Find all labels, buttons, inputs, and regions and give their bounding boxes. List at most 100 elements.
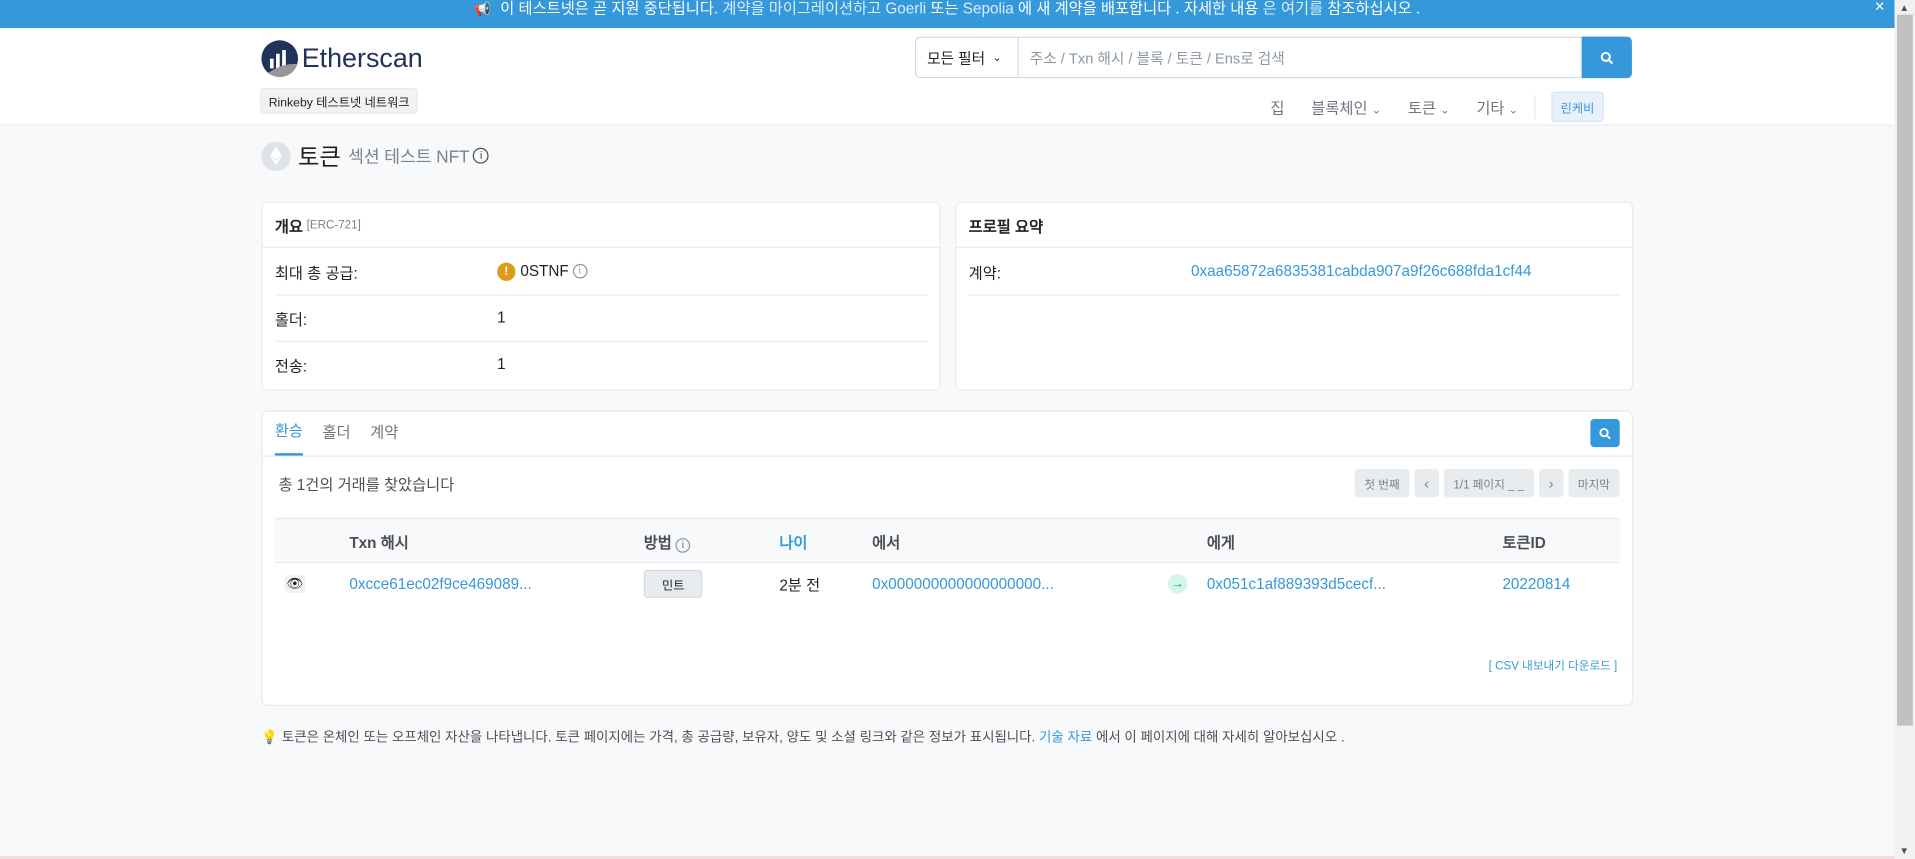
col-from: 에서 xyxy=(872,533,901,551)
col-method: 방법 i xyxy=(643,529,691,553)
search-filter-label: 모든 필터 xyxy=(927,49,986,67)
search-filter-select[interactable]: 모든 필터 ⌄ xyxy=(914,36,1018,79)
results-count: 총 1건의 거래를 찾았습니다 xyxy=(278,476,455,494)
contract-row: 계약: 0xaa65872a6835381cabda907a9f26c688fd… xyxy=(968,248,1620,296)
site-header: Etherscan Rinkeby 테스트넷 네트워크 모든 필터 ⌄ 주소 /… xyxy=(0,28,1895,126)
etherscan-logo-icon xyxy=(261,40,299,77)
token-id-link[interactable]: 20220814 xyxy=(1502,575,1570,592)
eye-icon[interactable]: 👁 xyxy=(284,574,306,594)
overview-header: 개요 [ERC-721] xyxy=(262,203,940,248)
col-to: 에게 xyxy=(1206,533,1235,551)
col-age[interactable]: 나이 xyxy=(779,529,807,552)
scroll-up-icon[interactable]: ▲ xyxy=(1899,2,1909,13)
max-supply-value: 0STNF xyxy=(520,262,569,280)
col-method-label: 방법 xyxy=(643,533,672,551)
scrollbar-thumb[interactable] xyxy=(1896,14,1913,726)
holders-value: 1 xyxy=(497,309,506,327)
page-title: 토큰 섹션 테스트 NFT i xyxy=(261,139,490,172)
close-icon[interactable]: × xyxy=(1875,0,1885,16)
main-nav: 집 블록체인 ⌄ 토큰 ⌄ 기타 ⌄ 린케비 xyxy=(1270,91,1605,123)
max-supply-row: 최대 총 공급: ! 0STNF i xyxy=(274,248,928,296)
search-icon xyxy=(1600,51,1614,64)
sepolia-link[interactable]: Sepolia xyxy=(963,0,1014,17)
nav-tokens[interactable]: 토큰 ⌄ xyxy=(1408,95,1450,118)
scroll-down-icon[interactable]: ▼ xyxy=(1899,845,1909,856)
nav-divider xyxy=(1533,94,1536,120)
nav-tokens-label: 토큰 xyxy=(1407,100,1436,118)
overview-card: 개요 [ERC-721] 최대 총 공급: ! 0STNF i 홀더: 1 전송… xyxy=(261,201,941,391)
token-name: 섹션 테스트 NFT xyxy=(348,145,470,166)
announcement-text-4: 참조하십시오 . xyxy=(1327,0,1421,18)
info-icon[interactable]: i xyxy=(572,263,588,279)
search-button[interactable] xyxy=(1581,36,1632,79)
next-page-button[interactable]: › xyxy=(1538,469,1564,498)
profile-header: 프로필 요약 xyxy=(956,203,1632,248)
transfers-card: 환승 홀더 계약 총 1건의 거래를 찾았습니다 첫 번째 ‹ 1/1 페이지 … xyxy=(261,410,1634,707)
chevron-down-icon: ⌄ xyxy=(1508,103,1518,117)
announcement-eun: 은 xyxy=(1262,0,1277,18)
site-logo[interactable]: Etherscan xyxy=(261,40,423,77)
info-icon[interactable]: i xyxy=(675,537,691,553)
megaphone-icon: 📢 xyxy=(474,2,492,18)
csv-export-link[interactable]: [ CSV 내보내기 다운로드 ] xyxy=(1489,656,1618,673)
search-input[interactable]: 주소 / Txn 해시 / 블록 / 토큰 / Ens로 검색 xyxy=(1017,36,1582,79)
overview-title: 개요 xyxy=(274,218,303,236)
announcement-text-2: 계약을 마이그레이션하고 xyxy=(722,0,882,18)
chevron-down-icon: ⌄ xyxy=(1440,103,1450,117)
transfers-label: 전송: xyxy=(274,357,308,375)
warning-icon[interactable]: ! xyxy=(497,262,516,281)
contract-address-link[interactable]: 0xaa65872a6835381cabda907a9f26c688fda1cf… xyxy=(1191,263,1531,280)
filter-search-button[interactable] xyxy=(1590,418,1620,448)
profile-summary-card: 프로필 요약 계약: 0xaa65872a6835381cabda907a9f2… xyxy=(955,201,1634,391)
transfers-row: 전송: 1 xyxy=(275,341,927,387)
announcement-text: 이 테스트넷은 곧 지원 중단됩니다. xyxy=(500,0,719,18)
txn-hash-link[interactable]: 0xcce61ec02f9ce469089... xyxy=(349,575,532,592)
chevron-down-icon: ⌄ xyxy=(1371,103,1381,117)
tab-contract[interactable]: 계약 xyxy=(370,419,398,456)
chevron-down-icon: ⌄ xyxy=(992,50,1002,63)
vertical-scrollbar[interactable]: ▲ ▼ xyxy=(1894,0,1915,859)
to-address-link[interactable]: 0x051c1af889393d5cecf... xyxy=(1207,575,1386,592)
footnote: 💡 토큰은 온체인 또는 오프체인 자산을 나타냅니다. 토큰 페이지에는 가격… xyxy=(261,727,1344,747)
nav-more[interactable]: 기타 ⌄ xyxy=(1476,95,1518,118)
network-switch-button[interactable]: 린케비 xyxy=(1550,91,1605,123)
goerli-link[interactable]: Goerli xyxy=(885,0,926,17)
tab-holders[interactable]: 홀더 xyxy=(322,419,350,456)
here-link[interactable]: 여기를 xyxy=(1281,0,1323,17)
from-address-link[interactable]: 0x000000000000000000... xyxy=(872,575,1054,592)
bottom-divider xyxy=(0,856,1895,859)
search-bar: 모든 필터 ⌄ 주소 / Txn 해시 / 블록 / 토큰 / Ens로 검색 xyxy=(914,36,1632,79)
announcement-text-3: 에 새 계약을 배포합니다 . 자세한 내용 xyxy=(1017,0,1259,18)
nav-blockchain-label: 블록체인 xyxy=(1311,100,1368,118)
method-badge: 민트 xyxy=(643,569,703,598)
table-row: 👁 0xcce61ec02f9ce469089... 민트 2분 전 0x000… xyxy=(275,562,1620,606)
page-root: 📢 이 테스트넷은 곧 지원 중단됩니다. 계약을 마이그레이션하고 Goerl… xyxy=(0,0,1915,859)
age-value: 2분 전 xyxy=(779,577,821,595)
prev-page-button[interactable]: ‹ xyxy=(1414,469,1439,498)
contract-label: 계약: xyxy=(968,264,1002,282)
page-title-text: 토큰 xyxy=(298,145,341,172)
knowledge-base-link[interactable]: 기술 자료 xyxy=(1039,730,1092,745)
pagination: 첫 번째 ‹ 1/1 페이지 _ _ › 마지막 xyxy=(1350,469,1620,498)
tab-transfers[interactable]: 환승 xyxy=(274,418,303,456)
network-badge: Rinkeby 테스트넷 네트워크 xyxy=(260,87,419,114)
search-icon xyxy=(1599,427,1611,439)
info-icon[interactable]: i xyxy=(473,147,490,164)
max-supply-label: 최대 총 공급: xyxy=(274,264,358,282)
announcement-or: 또는 xyxy=(930,0,959,18)
token-standard: [ERC-721] xyxy=(306,218,361,232)
nav-more-label: 기타 xyxy=(1476,100,1505,118)
lightbulb-icon: 💡 xyxy=(261,730,279,746)
transfers-value: 1 xyxy=(497,355,506,373)
nav-home[interactable]: 집 xyxy=(1270,95,1284,118)
last-page-button[interactable]: 마지막 xyxy=(1568,469,1620,498)
tabs-bar: 환승 홀더 계약 xyxy=(262,412,1632,457)
footnote-text: 토큰은 온체인 또는 오프체인 자산을 나타냅니다. 토큰 페이지에는 가격, … xyxy=(281,730,1036,746)
logo-text: Etherscan xyxy=(301,42,423,74)
announcement-bar: 📢 이 테스트넷은 곧 지원 중단됩니다. 계약을 마이그레이션하고 Goerl… xyxy=(0,0,1895,29)
first-page-button[interactable]: 첫 번째 xyxy=(1354,469,1410,498)
ethereum-icon xyxy=(261,141,291,171)
nav-blockchain[interactable]: 블록체인 ⌄ xyxy=(1311,95,1381,118)
arrow-right-icon: → xyxy=(1167,574,1188,594)
holders-row: 홀더: 1 xyxy=(274,294,928,343)
